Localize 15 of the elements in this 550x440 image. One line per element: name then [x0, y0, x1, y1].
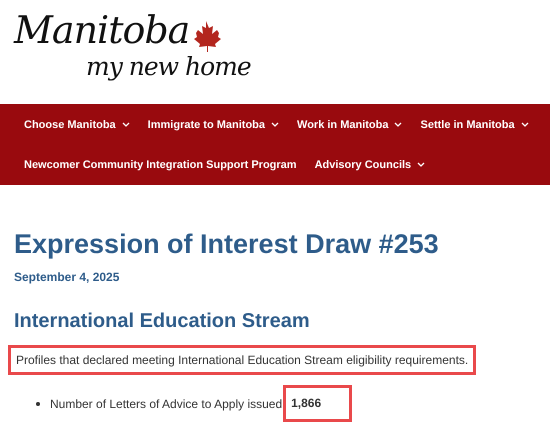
intro-paragraph: Profiles that declared meeting International Education Stream eligibility requirements. — [8, 345, 476, 375]
logo-tagline: my new home — [86, 52, 251, 81]
bullet-label: Number of Letters of Advice to Apply issued — [50, 396, 282, 410]
post-date: September 4, 2025 — [14, 270, 120, 284]
nav-link[interactable]: Immigrate to Manitoba — [148, 104, 280, 144]
nav-link[interactable]: Newcomer Community Integration Support Program — [24, 144, 297, 184]
section-heading: International Education Stream — [14, 310, 311, 333]
logo-title: Manitoba — [14, 8, 190, 52]
page-title: Expression of Interest Draw #253 — [14, 229, 440, 260]
nav-link[interactable]: Choose Manitoba — [24, 104, 130, 144]
bullet-icon — [36, 402, 40, 406]
nav-link[interactable]: Work in Manitoba — [297, 104, 402, 144]
nav-link[interactable]: Settle in Manitoba — [420, 104, 529, 144]
nav-link[interactable]: Advisory Councils — [314, 144, 426, 184]
letters-count: 1,866 — [283, 385, 352, 422]
